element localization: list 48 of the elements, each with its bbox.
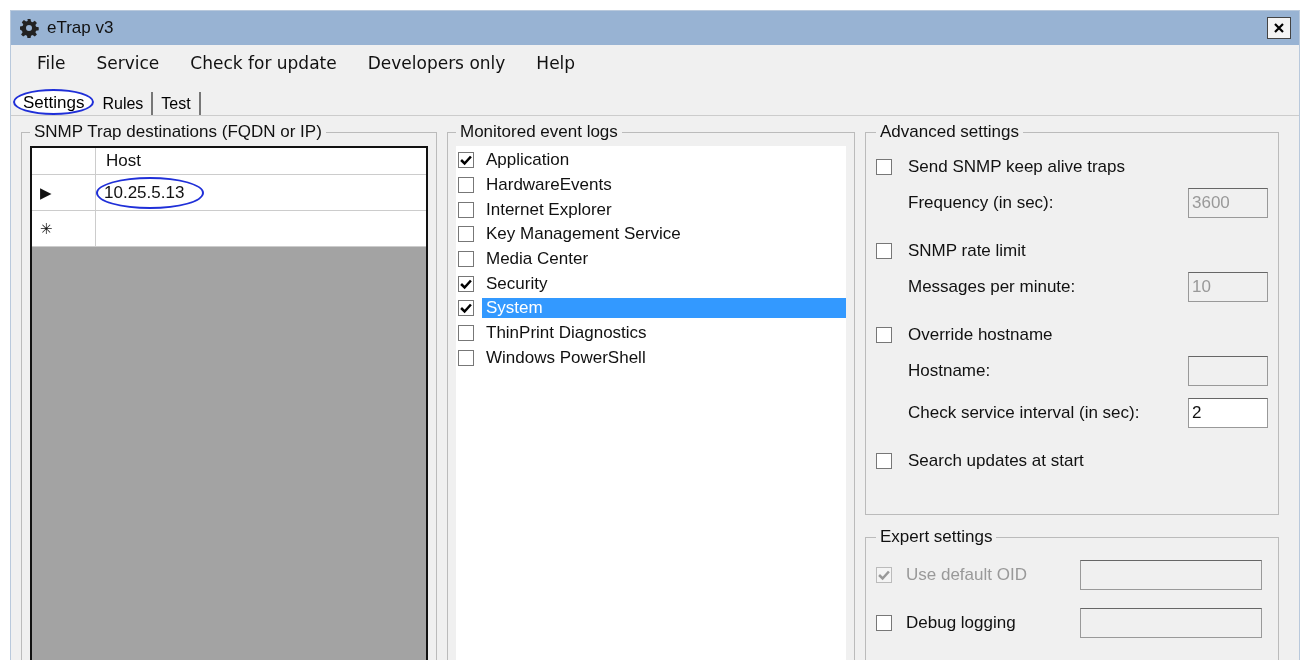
checkbox[interactable] [458,300,474,317]
checkbox-label: SNMP rate limit [908,241,1026,261]
checkbox[interactable] [458,226,474,243]
menu-item[interactable]: File [37,53,66,81]
list-item[interactable]: Application [482,150,846,171]
checkbox[interactable] [458,177,474,194]
checkbox[interactable] [876,453,892,469]
list-item[interactable]: Media Center [482,249,846,270]
list-item[interactable]: Security [482,273,846,294]
group-title: Advanced settings [879,122,1020,142]
group-title: Monitored event logs [459,122,619,142]
close-icon [1273,22,1285,34]
window-title: eTrap v3 [47,18,115,38]
input-field[interactable]: 2 [1188,398,1268,428]
checkbox[interactable] [458,325,474,342]
checkbox-label: Override hostname [908,325,1053,345]
field-label: Frequency (in sec): [908,193,1054,213]
checkbox-label: Search updates at start [908,451,1084,471]
group-title: SNMP Trap destinations (FQDN or IP) [33,122,323,142]
checkbox[interactable] [876,327,892,343]
checkbox-label: Debug logging [906,613,1017,633]
checkbox[interactable] [876,159,892,175]
checkbox-label: Use default OID [906,565,1028,585]
checkbox[interactable] [876,615,892,631]
group-title: Expert settings [879,527,994,547]
checkbox[interactable] [458,251,474,268]
list-item[interactable]: Key Management Service [482,224,846,245]
list-item[interactable]: Windows PowerShell [482,347,846,368]
list-item[interactable]: HardwareEvents [482,175,846,196]
host-value: 10.25.5.13 [96,176,205,209]
gear-icon [19,18,39,38]
close-button[interactable] [1267,17,1291,39]
field-label: Messages per minute: [908,277,1076,297]
list-item[interactable]: Internet Explorer [482,199,846,220]
tab[interactable]: Settings [13,89,95,115]
field-label: Check service interval (in sec): [908,403,1140,423]
menu-item[interactable]: Help [536,53,576,81]
checkbox[interactable] [458,349,474,366]
checkbox[interactable] [458,152,474,169]
menu-item[interactable]: Service [96,53,160,81]
list-item[interactable]: ThinPrint Diagnostics [482,323,846,344]
checkbox[interactable] [458,275,474,292]
menu-item[interactable]: Check for update [190,53,337,81]
checkbox[interactable] [876,243,892,259]
checkbox-label: Send SNMP keep alive traps [908,157,1126,177]
menu-item[interactable]: Developers only [367,53,506,81]
field-label: Hostname: [908,361,991,381]
checkbox[interactable] [458,201,474,218]
